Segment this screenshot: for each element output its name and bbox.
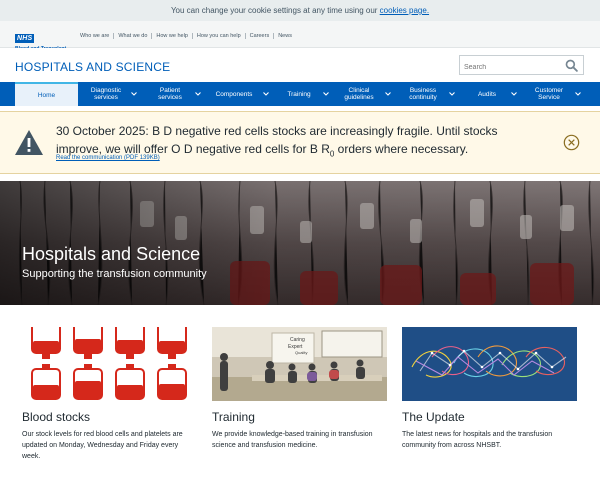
card-description: Our stock levels for red blood cells and…: [22, 431, 183, 460]
card-the-update[interactable]: The Update The latest news for hospitals…: [402, 327, 577, 451]
chevron-down-icon: [449, 92, 455, 96]
util-link-news[interactable]: News: [274, 33, 296, 39]
util-link-who-we-are[interactable]: Who we are: [76, 33, 115, 39]
nav-label: Audits: [477, 90, 497, 98]
util-link-how-you-can-help[interactable]: How you can help: [192, 33, 246, 39]
nav-label: Business continuity: [409, 87, 437, 101]
main-navigation: Home Diagnostic services Patient services …: [0, 82, 600, 106]
svg-text:Quality: Quality: [295, 350, 307, 355]
chevron-down-icon: [323, 92, 329, 96]
cookies-page-link[interactable]: cookies page.: [380, 6, 429, 15]
utility-header: NHS Blood and Transplant Who we areWhat …: [0, 21, 600, 52]
nhs-logo-badge: NHS: [15, 34, 35, 43]
card-description: The latest news for hospitals and the tr…: [402, 431, 553, 449]
util-link-what-we-do[interactable]: What we do: [114, 33, 153, 39]
nav-label: Customer Service: [534, 87, 564, 101]
nav-item-patient-services[interactable]: Patient services: [148, 82, 204, 106]
nav-item-audits[interactable]: Audits: [466, 82, 520, 106]
blood-stocks-image: [22, 327, 197, 401]
nav-item-home[interactable]: Home: [15, 82, 78, 106]
nav-label: Patient services: [158, 87, 182, 101]
svg-text:Caring: Caring: [290, 337, 305, 343]
chevron-down-icon: [195, 92, 201, 96]
hero-subtitle: Supporting the transfusion community: [22, 268, 207, 280]
site-title[interactable]: HOSPITALS AND SCIENCE: [15, 60, 170, 74]
chevron-down-icon: [575, 92, 581, 96]
chevron-down-icon: [511, 92, 517, 96]
card-title: Blood stocks: [22, 410, 91, 424]
nav-label: Diagnostic services: [90, 87, 122, 101]
util-link-how-we-help[interactable]: How we help: [152, 33, 193, 39]
search-icon[interactable]: [565, 59, 578, 72]
training-image: Caring Expert Quality: [212, 327, 387, 401]
search-input[interactable]: [460, 58, 565, 77]
nav-item-clinical-guidelines[interactable]: Clinical guidelines: [336, 82, 394, 106]
hero-banner: Hospitals and Science Supporting the tra…: [0, 181, 600, 305]
card-title: Training: [212, 410, 255, 424]
nav-item-training[interactable]: Training: [278, 82, 332, 106]
nav-item-diagnostic-services[interactable]: Diagnostic services: [84, 82, 140, 106]
warning-icon: [15, 130, 43, 155]
close-icon[interactable]: [563, 134, 580, 151]
chevron-down-icon: [131, 92, 137, 96]
chevron-down-icon: [385, 92, 391, 96]
nav-label: Clinical guidelines: [344, 87, 374, 101]
read-communication-link[interactable]: Read the communication (PDF 139KB): [56, 155, 160, 161]
nav-item-customer-service[interactable]: Customer Service: [526, 82, 584, 106]
utility-links: Who we are What we do How we help How you c…: [76, 33, 296, 39]
hero-background-image: [0, 181, 600, 305]
nav-label: Training: [287, 90, 311, 98]
card-training[interactable]: Caring Expert Quality Training We provid…: [212, 327, 387, 451]
chevron-down-icon: [263, 92, 269, 96]
search-box: [459, 55, 584, 77]
cookie-banner: You can change your cookie settings at a…: [0, 0, 600, 21]
card-title: The Update: [402, 410, 465, 424]
card-description: We provide knowledge-based training in t…: [212, 431, 373, 449]
nav-item-components[interactable]: Components: [208, 82, 272, 106]
nav-item-business-continuity[interactable]: Business continuity: [400, 82, 458, 106]
stock-alert-banner: 30 October 2025: B D negative red cells …: [0, 111, 600, 174]
cookie-text: You can change your cookie settings at a…: [170, 6, 380, 15]
util-link-careers[interactable]: Careers: [245, 33, 275, 39]
card-blood-stocks[interactable]: Blood stocks Our stock levels for red bl…: [22, 327, 197, 462]
nav-label: Home: [37, 91, 56, 99]
hero-title: Hospitals and Science: [22, 244, 201, 264]
nav-label: Components: [215, 90, 253, 98]
the-update-image: [402, 327, 577, 401]
